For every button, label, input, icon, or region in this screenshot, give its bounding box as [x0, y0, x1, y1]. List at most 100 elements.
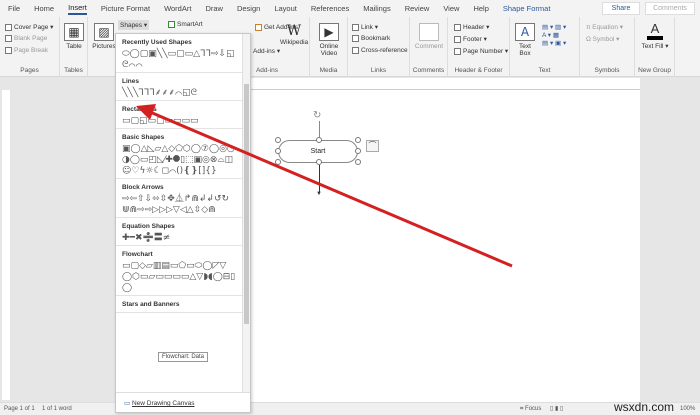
video-icon: ▶	[319, 23, 339, 41]
smartart-button[interactable]: SmartArt	[168, 21, 203, 28]
shape-section: Block Arrows ⇨⇦⇧⇩⬄⇳✥⏅↱⋒↲↲↺↻⋓⋒⇨⇨▷▷▷▽◁△⇳◇⋒	[116, 179, 242, 218]
resize-handle[interactable]	[316, 137, 322, 143]
tab-picture-format[interactable]: Picture Format	[101, 4, 150, 13]
tab-shape-format[interactable]: Shape Format	[503, 4, 551, 13]
shapes-button[interactable]: Shapes ▾	[118, 20, 150, 30]
text-tools[interactable]: ▤ ▾ ▨ ▾ A ▾ ▦ ▤ ▾ ▣ ▾	[542, 23, 566, 47]
cover-page-button[interactable]: Cover Page ▾	[5, 23, 53, 31]
resize-handle[interactable]	[275, 148, 281, 154]
group-label: Media	[319, 67, 338, 74]
comment-button[interactable]: Comment	[414, 23, 444, 50]
status-bar: Page 1 of 1 1 of 1 word ⌗ Focus ▯ ▮ ▯ 10…	[0, 402, 700, 415]
group-text: A Text Box ▤ ▾ ▨ ▾ A ▾ ▦ ▤ ▾ ▣ ▾ Text	[510, 17, 580, 77]
group-label: Pages	[20, 67, 39, 74]
tab-mailings[interactable]: Mailings	[363, 4, 391, 13]
my-addins-button[interactable]: Add-ins ▾	[253, 47, 280, 55]
resize-handle[interactable]	[355, 159, 361, 165]
zoom-level[interactable]: 100%	[680, 406, 695, 412]
arrow-head-icon: ▼	[316, 191, 322, 197]
resize-handle[interactable]	[275, 159, 281, 165]
link-button[interactable]: Link ▾	[352, 23, 378, 31]
canvas-label: New Drawing Canvas	[131, 400, 195, 407]
document-page[interactable]	[250, 90, 640, 402]
word-count[interactable]: 1 of 1 word	[42, 406, 72, 412]
page-number-button[interactable]: Page Number ▾	[454, 47, 508, 55]
online-video-button[interactable]: ▶ Online Video	[314, 23, 344, 57]
section-title: Stars and Banners	[122, 301, 180, 308]
tab-review[interactable]: Review	[405, 4, 430, 13]
equation-button[interactable]: π Equation ▾	[586, 23, 623, 31]
tooltip: Flowchart: Data	[158, 352, 209, 362]
group-links: Link ▾ Bookmark Cross-reference Links	[348, 17, 410, 77]
group-header-footer: Header ▾ Footer ▾ Page Number ▾ Header &…	[448, 17, 510, 77]
shape-section: Basic Shapes ▣◯△◺▱△◇⬠⬡◯⑦◯◎◔◑◯▭◰◺⁄✚⯃▯⬚▣◎⊗⌓…	[116, 129, 242, 179]
bookmark-button[interactable]: Bookmark	[352, 35, 390, 42]
text-box-icon: A	[515, 23, 535, 41]
resize-handle[interactable]	[355, 137, 361, 143]
section-title: Rectangles	[122, 106, 157, 113]
section-title: Lines	[122, 78, 139, 85]
section-title: Flowchart	[122, 251, 153, 258]
share-button[interactable]: Share	[602, 2, 640, 15]
shape-text[interactable]: Start	[311, 148, 326, 155]
symbol-button[interactable]: Ω Symbol ▾	[586, 35, 619, 43]
shape-buttons[interactable]: ▭▢◱▭▢▭▭▭▭	[122, 116, 236, 127]
shape-buttons[interactable]: ⇨⇦⇧⇩⬄⇳✥⏅↱⋒↲↲↺↻⋓⋒⇨⇨▷▷▷▽◁△⇳◇⋒	[122, 194, 236, 216]
footer-button[interactable]: Footer ▾	[454, 35, 487, 43]
tab-insert[interactable]: Insert	[68, 3, 87, 15]
comments-button[interactable]: Comments	[645, 2, 695, 15]
shape-section: Lines ╲╲╲ᒣᒣᒣ⸙⸙⸙⌒◱ᘓ	[116, 73, 242, 101]
tab-home[interactable]: Home	[34, 4, 54, 13]
header-button[interactable]: Header ▾	[454, 23, 489, 31]
vertical-ruler[interactable]	[2, 90, 10, 400]
shape-buttons[interactable]: ✚━✖➗〓≠	[122, 233, 236, 244]
layout-options-icon[interactable]: ⌒	[366, 140, 379, 152]
tab-references[interactable]: References	[311, 4, 349, 13]
resize-handle[interactable]	[355, 148, 361, 154]
group-pages: Cover Page ▾ Blank Page Page Break Pages	[0, 17, 60, 77]
tab-view[interactable]: View	[443, 4, 459, 13]
view-buttons[interactable]: ▯ ▮ ▯	[550, 405, 563, 412]
pictures-button[interactable]: ▨ Pictures	[91, 23, 117, 50]
gallery-scrollbar[interactable]	[242, 34, 250, 392]
horizontal-ruler[interactable]	[250, 78, 640, 90]
tab-layout[interactable]: Layout	[274, 4, 297, 13]
shape-buttons[interactable]: ⬭◯▢▣╲╲▭▢▭△ᒣᒣ⇨⇩◱ᘓ⌒⌒	[122, 49, 236, 71]
resize-handle[interactable]	[275, 137, 281, 143]
tab-draw[interactable]: Draw	[205, 4, 223, 13]
shape-section: Recently Used Shapes ⬭◯▢▣╲╲▭▢▭△ᒣᒣ⇨⇩◱ᘓ⌒⌒	[116, 34, 242, 73]
watermark: wsxdn.com	[614, 400, 675, 414]
shape-buttons[interactable]: ▣◯△◺▱△◇⬠⬡◯⑦◯◎◔◑◯▭◰◺⁄✚⯃▯⬚▣◎⊗⌓◫☺♡ϟ☼☾◻⌒()❴❵…	[122, 144, 236, 177]
tab-help[interactable]: Help	[473, 4, 488, 13]
page-break-button[interactable]: Page Break	[5, 47, 48, 54]
table-icon: ▦	[64, 23, 84, 41]
blank-page-button[interactable]: Blank Page	[5, 35, 47, 42]
group-label: Symbols	[594, 67, 620, 74]
tab-wordart[interactable]: WordArt	[164, 4, 191, 13]
group-label: Header & Footer	[454, 67, 503, 74]
share-label: Share	[611, 5, 631, 12]
comment-icon	[419, 23, 439, 41]
new-drawing-canvas-button[interactable]: ▭ New Drawing Canvas	[116, 392, 250, 412]
comments-label: Comments	[653, 5, 687, 12]
shape-section: Stars and Banners	[116, 296, 242, 313]
section-title: Recently Used Shapes	[122, 39, 192, 46]
focus-button[interactable]: ⌗ Focus	[520, 406, 541, 413]
picture-icon: ▨	[94, 23, 114, 41]
shape-buttons[interactable]: ▭▢◇▱▥▤▭⬠▭⬭◯◸▽◯⬡▭▱▭▭▭▭△▽◗◖◯⊟▯◯	[122, 261, 236, 294]
wikipedia-button[interactable]: W Wikipedia	[280, 23, 308, 46]
tab-design[interactable]: Design	[237, 4, 260, 13]
shape-buttons[interactable]: ╲╲╲ᒣᒣᒣ⸙⸙⸙⌒◱ᘓ	[122, 88, 236, 99]
group-comments: Comment Comments	[410, 17, 448, 77]
page-count[interactable]: Page 1 of 1	[4, 406, 35, 412]
group-label: Tables	[64, 67, 83, 74]
text-box-button[interactable]: A Text Box	[515, 23, 535, 57]
tab-file[interactable]: File	[8, 4, 20, 13]
group-label: Text	[538, 67, 551, 74]
cross-reference-button[interactable]: Cross-reference	[352, 47, 408, 54]
table-button[interactable]: ▦ Table	[64, 23, 84, 50]
rotate-handle-icon[interactable]: ↻	[313, 110, 321, 121]
group-label: Links	[370, 67, 387, 74]
canvas-icon: ▭	[124, 400, 131, 407]
text-fill-button[interactable]: A Text Fill ▾	[640, 21, 670, 50]
